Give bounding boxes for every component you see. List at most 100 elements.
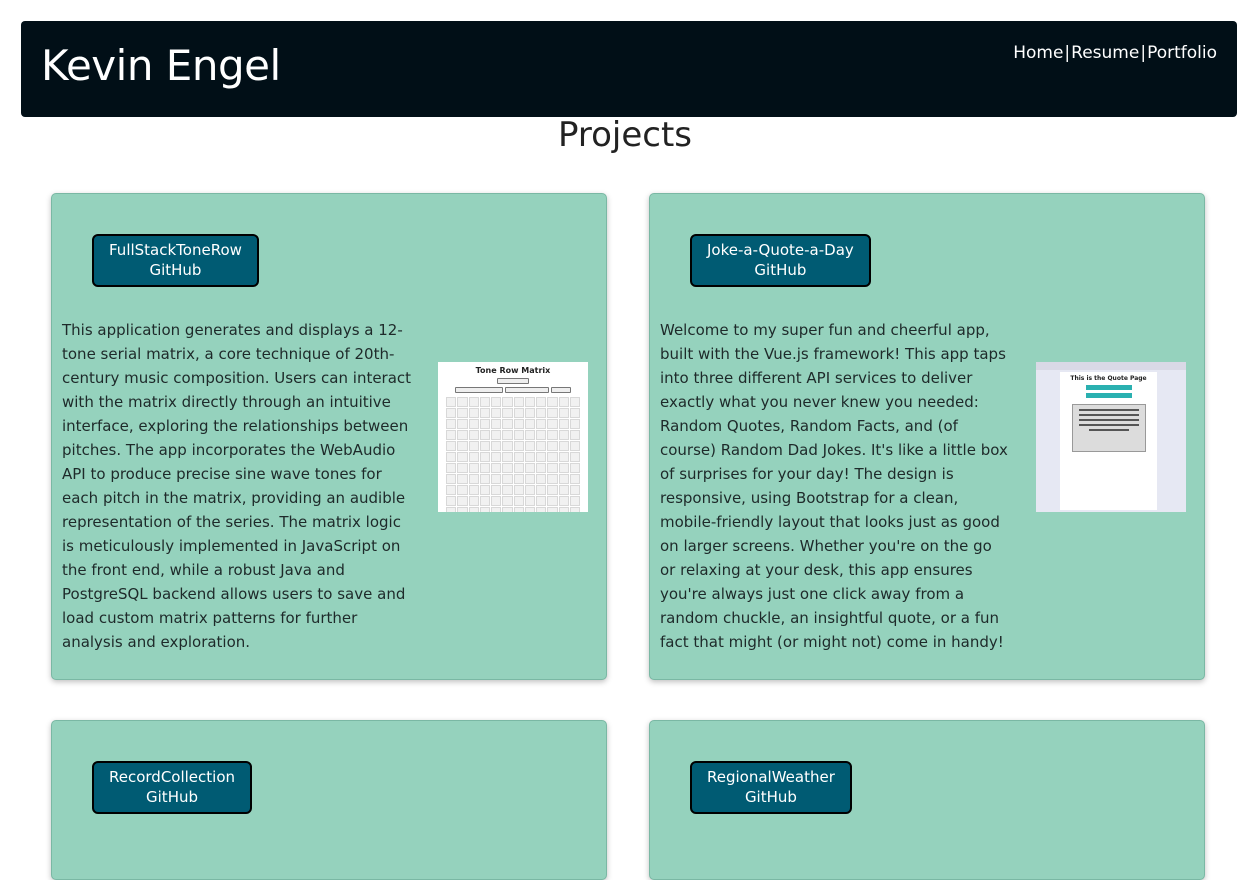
matrix-cell <box>536 485 547 495</box>
matrix-cell <box>536 397 547 407</box>
matrix-cell <box>513 485 524 495</box>
matrix-cell <box>468 419 479 429</box>
matrix-cell <box>491 485 502 495</box>
matrix-cell <box>502 397 513 407</box>
matrix-cell <box>558 441 569 451</box>
matrix-cell <box>547 474 558 484</box>
project-card-recordcollection: RecordCollection GitHub <box>51 720 607 880</box>
matrix-cell <box>558 496 569 506</box>
matrix-cell <box>446 397 457 407</box>
matrix-cell <box>457 463 468 473</box>
matrix-cell <box>569 452 580 462</box>
matrix-cell <box>502 441 513 451</box>
matrix-cell <box>547 496 558 506</box>
matrix-cell <box>513 408 524 418</box>
matrix-cell <box>513 419 524 429</box>
project-name: RegionalWeather <box>707 768 835 786</box>
matrix-cell <box>569 474 580 484</box>
fullstacktonerow-github-button[interactable]: FullStackToneRow GitHub <box>92 234 259 287</box>
matrix-cell <box>524 485 535 495</box>
matrix-cell <box>468 496 479 506</box>
matrix-cell <box>479 430 490 440</box>
matrix-cell <box>479 507 490 512</box>
regionalweather-github-button[interactable]: RegionalWeather GitHub <box>690 761 852 814</box>
github-label: GitHub <box>149 261 202 279</box>
thumbnail-button <box>1085 393 1132 398</box>
matrix-cell <box>457 485 468 495</box>
matrix-cell <box>569 507 580 512</box>
matrix-cell <box>513 474 524 484</box>
matrix-cell <box>446 485 457 495</box>
matrix-cell <box>479 452 490 462</box>
matrix-cell <box>547 463 558 473</box>
thumbnail-title: Tone Row Matrix <box>475 366 551 375</box>
matrix-cell <box>502 430 513 440</box>
matrix-cell <box>502 474 513 484</box>
matrix-cell <box>536 507 547 512</box>
matrix-cell <box>457 397 468 407</box>
matrix-cell <box>569 430 580 440</box>
matrix-cell <box>479 485 490 495</box>
matrix-cell <box>536 419 547 429</box>
matrix-cell <box>569 397 580 407</box>
matrix-cell <box>569 463 580 473</box>
project-name: FullStackToneRow <box>109 241 242 259</box>
matrix-cell <box>524 507 535 512</box>
matrix-cell <box>558 474 569 484</box>
matrix-cell <box>502 485 513 495</box>
nav-home-link[interactable]: Home <box>1013 43 1063 63</box>
project-name: Joke-a-Quote-a-Day <box>707 241 854 259</box>
matrix-cell <box>547 452 558 462</box>
matrix-cell <box>468 430 479 440</box>
github-label: GitHub <box>146 788 198 806</box>
github-label: GitHub <box>744 788 797 806</box>
matrix-cell <box>513 463 524 473</box>
matrix-cell <box>524 430 535 440</box>
github-label: GitHub <box>754 261 807 279</box>
nav-resume-link[interactable]: Resume <box>1071 43 1139 63</box>
matrix-cell <box>558 430 569 440</box>
matrix-cell <box>457 441 468 451</box>
matrix-cell <box>536 441 547 451</box>
matrix-cell <box>558 419 569 429</box>
matrix-cell <box>446 430 457 440</box>
matrix-cell <box>479 496 490 506</box>
matrix-cell <box>536 474 547 484</box>
matrix-cell <box>479 419 490 429</box>
matrix-cell <box>536 430 547 440</box>
project-description: Welcome to my super fun and cheerful app… <box>660 321 1008 651</box>
matrix-cell <box>536 496 547 506</box>
recordcollection-github-button[interactable]: RecordCollection GitHub <box>92 761 253 814</box>
matrix-grid <box>446 397 580 512</box>
quote-page-panel: This is the Quote Page <box>1060 372 1157 510</box>
matrix-cell <box>547 507 558 512</box>
matrix-cell <box>569 496 580 506</box>
matrix-cell <box>524 441 535 451</box>
joke-a-quote-a-day-github-button[interactable]: Joke-a-Quote-a-Day GitHub <box>690 234 871 287</box>
matrix-cell <box>468 408 479 418</box>
matrix-cell <box>479 463 490 473</box>
matrix-cell <box>491 408 502 418</box>
project-name: RecordCollection <box>109 768 236 786</box>
matrix-cell <box>457 474 468 484</box>
matrix-cell <box>457 419 468 429</box>
nav-portfolio-link[interactable]: Portfolio <box>1147 43 1217 63</box>
matrix-cell <box>547 397 558 407</box>
matrix-cell <box>524 474 535 484</box>
nav-separator: | <box>1140 43 1147 63</box>
page-title: Projects <box>557 115 693 155</box>
matrix-cell <box>536 452 547 462</box>
matrix-cell <box>558 507 569 512</box>
browser-bar <box>1036 362 1186 370</box>
matrix-cell <box>547 408 558 418</box>
matrix-cell <box>468 463 479 473</box>
matrix-cell <box>446 474 457 484</box>
matrix-cell <box>446 441 457 451</box>
matrix-cell <box>457 430 468 440</box>
thumbnail-button <box>1085 385 1132 390</box>
matrix-cell <box>491 474 502 484</box>
matrix-cell <box>446 452 457 462</box>
matrix-cell <box>569 441 580 451</box>
nav-separator: | <box>1064 43 1071 63</box>
matrix-cell <box>524 408 535 418</box>
